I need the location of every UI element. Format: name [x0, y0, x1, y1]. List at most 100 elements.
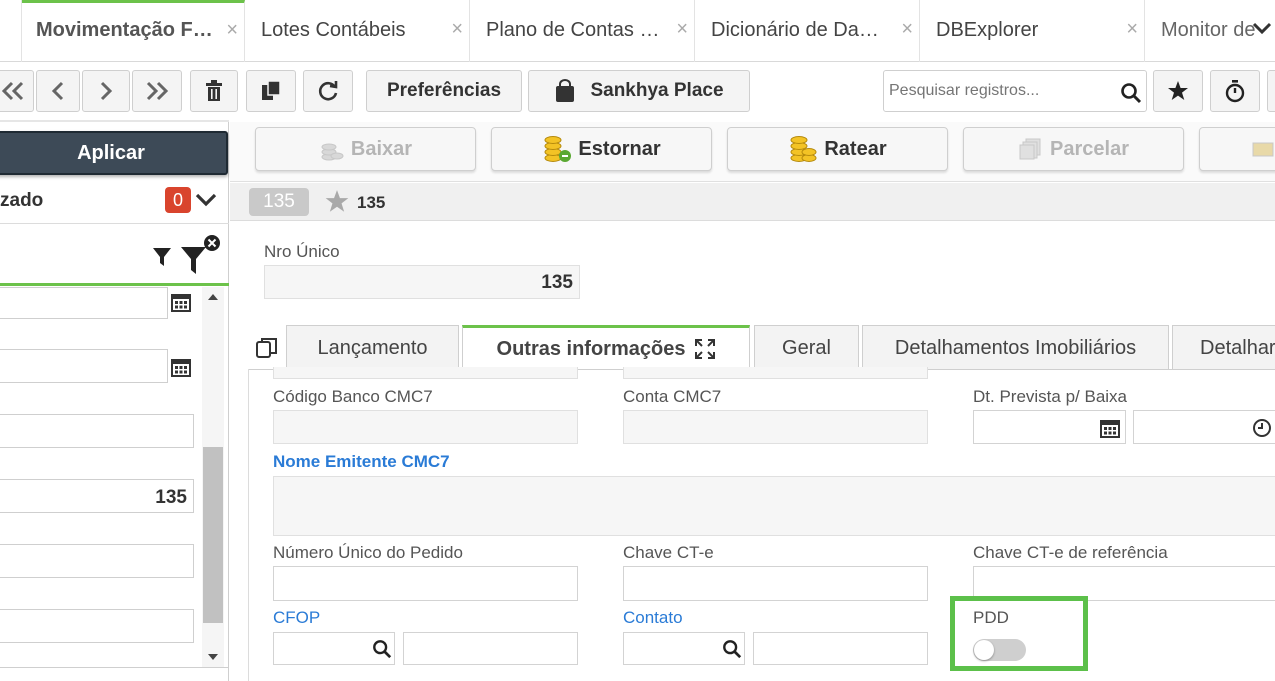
shopping-bag-icon	[556, 79, 575, 102]
tab-dbexplorer[interactable]: DBExplorer ×	[922, 0, 1145, 62]
close-icon[interactable]: ×	[226, 19, 238, 42]
scroll-up-icon[interactable]	[207, 293, 219, 301]
ratear-button[interactable]: Ratear	[727, 127, 948, 171]
cfop-code-input[interactable]	[273, 632, 395, 665]
double-chevron-left-icon	[1, 81, 24, 101]
tab-label: Monitor de	[1161, 19, 1256, 41]
tab-dicionario-de-dados[interactable]: Dicionário de Da… ×	[697, 0, 920, 62]
numero-unico-pedido-field[interactable]	[273, 566, 578, 601]
tab-detalhamentos-imobiliarios[interactable]: Detalhamentos Imobiliários	[862, 325, 1169, 370]
preferences-button[interactable]: Preferências	[366, 70, 522, 112]
status-count-badge: 0	[165, 187, 191, 213]
partial-field[interactable]	[623, 367, 928, 379]
ratear-label: Ratear	[824, 137, 887, 160]
preferences-label: Preferências	[386, 80, 502, 101]
star-icon[interactable]	[324, 189, 350, 214]
close-icon[interactable]: ×	[451, 18, 463, 41]
close-icon[interactable]: ×	[1126, 18, 1138, 41]
date-filter-start[interactable]	[0, 287, 168, 319]
copy-tab-icon[interactable]	[255, 336, 279, 360]
cfop-description-field[interactable]	[403, 632, 578, 665]
filter-icon[interactable]	[152, 246, 172, 268]
partial-field[interactable]	[273, 367, 578, 379]
tab-plano-de-contas[interactable]: Plano de Contas … ×	[472, 0, 695, 62]
tab-lotes-contabeis[interactable]: Lotes Contábeis ×	[247, 0, 470, 62]
estornar-button[interactable]: Estornar	[491, 127, 712, 171]
tab-movimentacao-financeira[interactable]: Movimentação F… ×	[22, 0, 245, 62]
stopwatch-icon	[1225, 80, 1245, 103]
contato-label[interactable]: Contato	[623, 608, 683, 628]
status-filter-label: zado	[0, 190, 44, 211]
trash-icon	[206, 80, 222, 101]
chave-cte-label: Chave CT-e	[623, 543, 714, 562]
close-icon[interactable]: ×	[676, 18, 688, 41]
timer-button[interactable]	[1210, 70, 1260, 112]
scrollbar[interactable]	[202, 287, 224, 667]
contato-description-field[interactable]	[753, 632, 928, 665]
chevron-down-icon[interactable]	[1252, 20, 1272, 41]
refresh-button[interactable]	[303, 70, 353, 112]
clock-icon[interactable]	[1252, 418, 1272, 438]
tab-geral[interactable]: Geral	[754, 325, 859, 370]
dt-prevista-baixa-date-input[interactable]	[973, 410, 1126, 444]
date-filter-end[interactable]	[0, 349, 168, 383]
dt-prevista-baixa-time-input[interactable]	[1133, 410, 1275, 444]
search-input[interactable]	[889, 79, 1109, 103]
divider	[248, 369, 249, 681]
tab-label: Movimentação F…	[36, 19, 213, 41]
close-icon[interactable]: ×	[901, 18, 913, 41]
apply-button[interactable]: Aplicar	[0, 131, 228, 175]
first-record-button[interactable]	[0, 70, 34, 112]
calendar-icon[interactable]	[171, 292, 191, 312]
nome-emitente-cmc7-label[interactable]: Nome Emitente CMC7	[273, 452, 450, 472]
status-filter[interactable]: zado 0	[0, 180, 229, 224]
cfop-label[interactable]: CFOP	[273, 608, 320, 628]
chevron-down-icon[interactable]	[195, 191, 217, 209]
installments-icon	[1019, 138, 1041, 160]
apply-label: Aplicar	[77, 141, 145, 164]
tab-label: Outras informações	[496, 337, 686, 360]
tab-outras-informacoes[interactable]: Outras informações	[462, 325, 750, 370]
sankhya-place-label: Sankhya Place	[590, 80, 724, 101]
nro-unico-label: Nro Único	[264, 242, 340, 261]
sankhya-place-button[interactable]: Sankhya Place	[528, 70, 750, 112]
tab-lancamento[interactable]: Lançamento	[286, 325, 459, 370]
more-action-button[interactable]	[1199, 127, 1275, 171]
favorite-button[interactable]	[1153, 70, 1203, 112]
conta-cmc7-field[interactable]	[623, 410, 928, 444]
tab-label: Lançamento	[317, 336, 428, 359]
clear-filter-icon[interactable]	[180, 234, 222, 276]
search-icon[interactable]	[372, 639, 392, 659]
search-icon[interactable]	[722, 639, 742, 659]
delete-button[interactable]	[190, 70, 238, 112]
filter-field[interactable]	[0, 414, 194, 448]
nro-unico-field[interactable]: 135	[264, 265, 580, 299]
tab-label: Detalhar	[1200, 336, 1275, 359]
scroll-down-icon[interactable]	[207, 653, 219, 661]
calendar-icon[interactable]	[1100, 418, 1120, 438]
contato-code-input[interactable]	[623, 632, 745, 665]
baixar-button[interactable]: Baixar	[255, 127, 476, 171]
previous-record-button[interactable]	[36, 70, 80, 112]
tab-label: Plano de Contas …	[486, 19, 660, 41]
codigo-banco-cmc7-field[interactable]	[273, 410, 578, 444]
pdd-toggle[interactable]	[973, 639, 1026, 661]
expand-icon[interactable]	[695, 339, 716, 359]
chave-cte-field[interactable]	[623, 566, 928, 601]
search-icon[interactable]	[1120, 82, 1142, 104]
duplicate-button[interactable]	[246, 70, 296, 112]
scrollbar-thumb[interactable]	[203, 447, 223, 623]
dt-prevista-baixa-label: Dt. Prevista p/ Baixa	[973, 387, 1128, 406]
nome-emitente-cmc7-field[interactable]	[273, 476, 1275, 536]
filter-field-number[interactable]: 135	[0, 479, 194, 513]
filter-panel: Aplicar zado 0 135	[0, 122, 229, 681]
baixar-label: Baixar	[350, 137, 413, 160]
tab-detalhar[interactable]: Detalhar	[1172, 325, 1275, 370]
record-badge: 135	[249, 188, 309, 216]
filter-field[interactable]	[0, 544, 194, 578]
parcelar-button[interactable]: Parcelar	[963, 127, 1184, 171]
calendar-icon[interactable]	[171, 357, 191, 377]
next-record-button[interactable]	[82, 70, 130, 112]
last-record-button[interactable]	[132, 70, 182, 112]
filter-field[interactable]	[0, 609, 194, 643]
